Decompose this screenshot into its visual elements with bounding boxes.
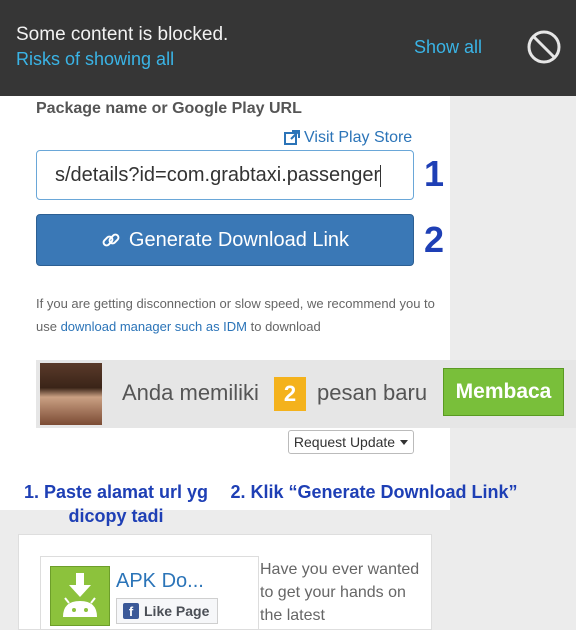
generate-button-label: Generate Download Link xyxy=(128,228,350,251)
package-label: Package name or Google Play URL xyxy=(36,100,302,117)
download-manager-link[interactable]: download manager such as IDM xyxy=(61,319,247,334)
external-link-icon xyxy=(284,130,300,145)
visit-play-store-link[interactable]: Visit Play Store xyxy=(284,129,412,147)
ad-banner[interactable]: Anda memiliki 2 pesan baru Membaca xyxy=(36,360,576,428)
visit-play-store-label: Visit Play Store xyxy=(304,129,413,146)
blocked-message: Some content is blocked. xyxy=(16,24,229,45)
apk-downloader-logo[interactable] xyxy=(50,566,110,626)
like-page-button[interactable]: f Like Page xyxy=(116,598,218,624)
ad-text-before: Anda memiliki xyxy=(122,380,259,405)
block-icon[interactable] xyxy=(526,29,562,65)
step-1-instruction: 1. Paste alamat url yg dicopy tadi xyxy=(23,482,209,526)
show-all-button[interactable]: Show all xyxy=(414,37,482,58)
promo-text: Have you ever wanted to get your hands o… xyxy=(260,561,420,624)
connection-info-text: If you are getting disconnection or slow… xyxy=(36,292,436,338)
ad-message-count-badge: 2 xyxy=(274,377,306,411)
risks-link[interactable]: Risks of showing all xyxy=(16,49,174,70)
ad-avatar-image xyxy=(40,363,102,425)
text-cursor xyxy=(380,164,382,187)
apk-page-title[interactable]: APK Do... xyxy=(116,570,204,593)
request-update-button[interactable]: Request Update xyxy=(288,430,414,454)
content-blocked-bar: Some content is blocked. Risks of showin… xyxy=(0,0,576,96)
link-icon xyxy=(102,233,120,247)
info-text-end: to download xyxy=(247,319,321,334)
annotation-number-2: 2 xyxy=(424,219,445,260)
annotation-number-1: 1 xyxy=(424,153,445,194)
facebook-icon: f xyxy=(123,603,139,619)
caret-down-icon xyxy=(400,439,409,445)
ad-text-after: pesan baru xyxy=(317,380,428,405)
step-2-instruction: 2. Klik “Generate Download Link” xyxy=(230,482,518,502)
url-input-value: s/details?id=com.grabtaxi.passenger xyxy=(55,164,381,186)
ad-read-button[interactable]: Membaca xyxy=(443,368,564,416)
like-page-label: Like Page xyxy=(144,603,210,619)
url-input[interactable]: s/details?id=com.grabtaxi.passenger xyxy=(36,150,414,200)
android-download-icon xyxy=(63,573,97,617)
request-update-label: Request Update xyxy=(293,434,396,450)
generate-download-link-button[interactable]: Generate Download Link xyxy=(36,214,414,266)
